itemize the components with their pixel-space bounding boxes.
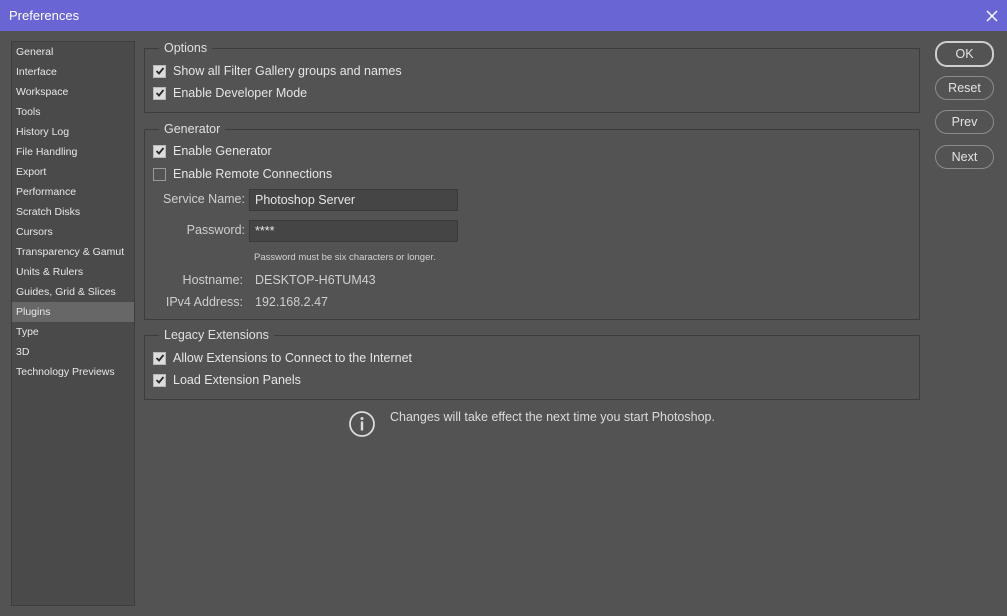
sidebar-item-export[interactable]: Export [12,162,134,182]
ipv4-label: IPv4 Address: [165,295,243,309]
checkmark-icon [155,376,164,384]
ipv4-value: 192.168.2.47 [255,295,328,309]
window-title: Preferences [9,8,80,23]
sidebar-item-performance[interactable]: Performance [12,182,134,202]
options-legend: Options [164,41,208,55]
remote-connections-row[interactable]: Enable Remote Connections [153,167,332,181]
next-button[interactable]: Next [935,145,994,169]
generator-legend: Generator [164,122,221,136]
load-panels-checkbox[interactable] [153,373,166,387]
hostname-label: Hostname: [182,273,243,287]
sidebar-item-technology-previews[interactable]: Technology Previews [12,362,134,382]
enable-generator-checkbox[interactable] [153,144,166,158]
restart-notice-text: Changes will take effect the next time y… [390,410,715,424]
preferences-sidebar: General Interface Workspace Tools Histor… [11,41,135,606]
restart-notice: Changes will take effect the next time y… [348,410,715,438]
sidebar-item-file-handling[interactable]: File Handling [12,142,134,162]
info-icon [349,411,375,437]
prev-button[interactable]: Prev [935,110,994,134]
show-filter-gallery-checkbox[interactable] [153,64,166,78]
title-bar: Preferences [0,0,1007,31]
load-panels-row[interactable]: Load Extension Panels [153,373,301,387]
close-button[interactable] [976,0,1007,31]
checkmark-icon [155,147,164,155]
remote-connections-checkbox[interactable] [153,167,166,181]
password-hint: Password must be six characters or longe… [254,252,436,263]
hostname-value: DESKTOP-H6TUM43 [255,273,376,287]
checkmark-icon [155,89,164,97]
checkmark-icon [155,67,164,75]
sidebar-item-cursors[interactable]: Cursors [12,222,134,242]
service-name-label: Service Name: [163,192,245,206]
reset-button[interactable]: Reset [935,76,994,100]
sidebar-item-plugins[interactable]: Plugins [12,302,134,322]
sidebar-item-3d[interactable]: 3D [12,342,134,362]
allow-internet-row[interactable]: Allow Extensions to Connect to the Inter… [153,351,412,365]
remote-connections-label: Enable Remote Connections [173,167,333,181]
close-icon [986,10,997,21]
enable-generator-row[interactable]: Enable Generator [153,144,272,158]
developer-mode-label: Enable Developer Mode [173,86,308,100]
password-label: Password: [186,223,245,237]
password-input[interactable] [249,220,458,242]
developer-mode-checkbox[interactable] [153,86,166,100]
sidebar-item-history-log[interactable]: History Log [12,122,134,142]
sidebar-item-workspace[interactable]: Workspace [12,82,134,102]
load-panels-label: Load Extension Panels [173,373,301,387]
developer-mode-row[interactable]: Enable Developer Mode [153,86,307,100]
service-name-input[interactable] [249,189,458,211]
ok-button[interactable]: OK [935,41,994,67]
sidebar-item-scratch-disks[interactable]: Scratch Disks [12,202,134,222]
sidebar-item-units-rulers[interactable]: Units & Rulers [12,262,134,282]
sidebar-item-guides-grid-slices[interactable]: Guides, Grid & Slices [12,282,134,302]
checkmark-icon [155,354,164,362]
allow-internet-label: Allow Extensions to Connect to the Inter… [173,351,413,365]
sidebar-item-interface[interactable]: Interface [12,62,134,82]
allow-internet-checkbox[interactable] [153,351,166,365]
sidebar-item-general[interactable]: General [12,42,134,62]
enable-generator-label: Enable Generator [173,144,272,158]
sidebar-item-tools[interactable]: Tools [12,102,134,122]
legacy-extensions-legend: Legacy Extensions [164,328,269,342]
sidebar-item-type[interactable]: Type [12,322,134,342]
sidebar-item-transparency-gamut[interactable]: Transparency & Gamut [12,242,134,262]
show-filter-gallery-label: Show all Filter Gallery groups and names [173,64,402,78]
show-filter-gallery-row[interactable]: Show all Filter Gallery groups and names [153,64,402,78]
